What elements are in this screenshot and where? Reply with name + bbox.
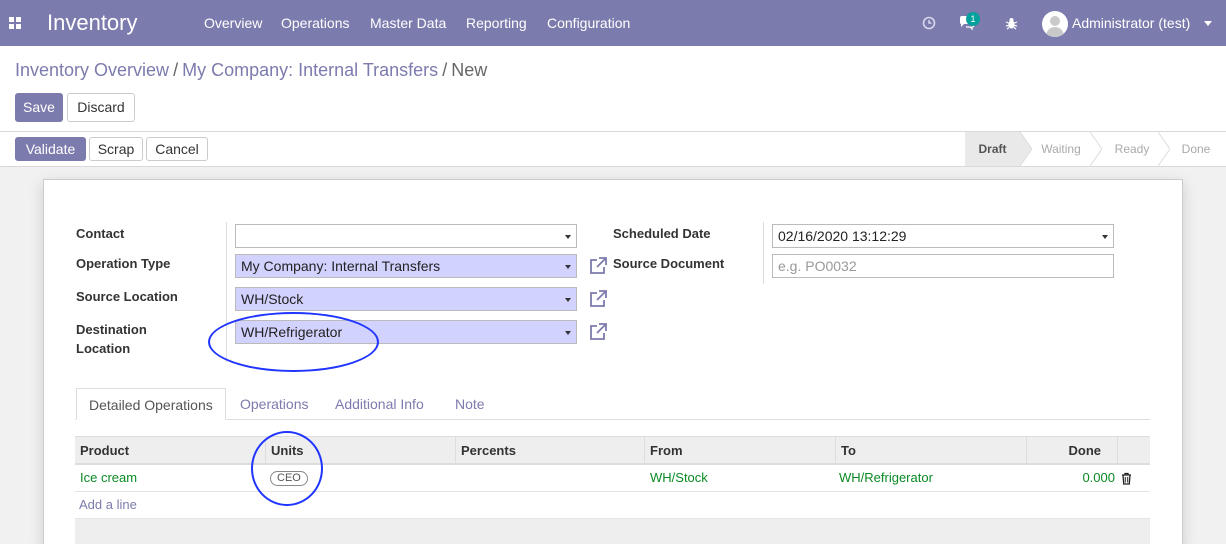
user-menu-name[interactable]: Administrator (test) xyxy=(1072,15,1190,31)
debug-bug-icon[interactable] xyxy=(1000,0,1022,46)
external-link-icon[interactable] xyxy=(588,289,608,309)
messaging-chat-icon[interactable]: 1 xyxy=(952,0,982,46)
breadcrumb-internal-transfers[interactable]: My Company: Internal Transfers xyxy=(182,60,438,80)
scrap-button[interactable]: Scrap xyxy=(89,137,143,161)
cancel-button[interactable]: Cancel xyxy=(146,137,208,161)
table-header: Product Units Percents From To Done xyxy=(75,436,1150,465)
dropdown-caret-icon xyxy=(565,331,571,335)
destination-location-label: Destination Location xyxy=(76,322,147,356)
activity-clock-icon[interactable] xyxy=(918,0,940,46)
source-location-label: Source Location xyxy=(76,289,178,304)
user-menu-caret-icon[interactable] xyxy=(1204,21,1212,26)
cell-to[interactable]: WH/Refrigerator xyxy=(839,465,933,491)
label-divider xyxy=(763,222,764,284)
column-done[interactable]: Done xyxy=(1027,437,1118,464)
dropdown-caret-icon xyxy=(1102,235,1108,239)
scheduled-date-field[interactable]: 02/16/2020 13:12:29 xyxy=(772,224,1114,248)
source-location-field[interactable]: WH/Stock xyxy=(235,287,577,311)
contact-label: Contact xyxy=(76,226,125,241)
status-ready[interactable]: Ready xyxy=(1104,132,1160,166)
dropdown-caret-icon xyxy=(565,265,571,269)
annotation-circle-units xyxy=(251,431,323,506)
form-statusbar: Validate Scrap Cancel Draft Waiting Read… xyxy=(0,132,1226,167)
messages-count-badge: 1 xyxy=(966,12,980,26)
tab-detailed-operations[interactable]: Detailed Operations xyxy=(76,388,226,420)
external-link-icon[interactable] xyxy=(588,322,608,342)
status-draft: Draft xyxy=(965,132,1020,166)
status-chevron-icon xyxy=(1158,132,1170,166)
menu-reporting[interactable]: Reporting xyxy=(466,15,527,31)
discard-button[interactable]: Discard xyxy=(67,93,135,122)
status-chevron-icon xyxy=(1020,132,1032,166)
save-button[interactable]: Save xyxy=(15,93,63,122)
table-footer xyxy=(75,519,1150,544)
source-document-field[interactable]: e.g. PO0032 xyxy=(772,254,1114,278)
breadcrumb: Inventory Overview / My Company: Internal … xyxy=(15,60,488,80)
source-document-label: Source Document xyxy=(613,256,725,271)
breadcrumb-current: New xyxy=(451,60,488,80)
dropdown-caret-icon xyxy=(565,235,571,239)
control-panel: Inventory Overview / My Company: Internal … xyxy=(0,46,1226,132)
cell-product[interactable]: Ice cream xyxy=(80,465,137,491)
apps-menu-icon[interactable] xyxy=(9,17,21,29)
breadcrumb-inventory-overview[interactable]: Inventory Overview xyxy=(15,60,169,80)
notebook-tabs: Detailed Operations Operations Additiona… xyxy=(75,388,1150,420)
menu-master-data[interactable]: Master Data xyxy=(370,15,446,31)
add-line-row: Add a line xyxy=(75,492,1150,519)
table-row[interactable]: Ice cream CEO WH/Stock WH/Refrigerator 0… xyxy=(75,465,1150,492)
column-actions xyxy=(1118,437,1150,464)
user-avatar[interactable] xyxy=(1042,11,1068,37)
dropdown-caret-icon xyxy=(565,298,571,302)
operation-type-label: Operation Type xyxy=(76,256,171,271)
column-to[interactable]: To xyxy=(836,437,1027,464)
contact-field[interactable] xyxy=(235,224,577,248)
column-product[interactable]: Product xyxy=(75,437,266,464)
add-line-link[interactable]: Add a line xyxy=(79,492,137,518)
app-brand[interactable]: Inventory xyxy=(47,10,138,36)
scheduled-date-label: Scheduled Date xyxy=(613,226,711,241)
tab-additional-info[interactable]: Additional Info xyxy=(323,388,436,420)
status-done[interactable]: Done xyxy=(1172,132,1220,166)
external-link-icon[interactable] xyxy=(588,256,608,276)
column-percents[interactable]: Percents xyxy=(456,437,645,464)
status-waiting[interactable]: Waiting xyxy=(1032,132,1090,166)
trash-icon[interactable] xyxy=(1121,472,1132,485)
annotation-circle-destination xyxy=(208,312,379,372)
validate-button[interactable]: Validate xyxy=(15,137,86,161)
menu-overview[interactable]: Overview xyxy=(204,15,262,31)
cell-from[interactable]: WH/Stock xyxy=(650,465,708,491)
status-chevron-icon xyxy=(1090,132,1102,166)
top-navbar: Inventory Overview Operations Master Dat… xyxy=(0,0,1226,46)
tab-note[interactable]: Note xyxy=(443,388,497,420)
column-from[interactable]: From xyxy=(645,437,836,464)
menu-operations[interactable]: Operations xyxy=(281,15,349,31)
menu-configuration[interactable]: Configuration xyxy=(547,15,630,31)
tab-operations[interactable]: Operations xyxy=(228,388,320,420)
operation-type-field[interactable]: My Company: Internal Transfers xyxy=(235,254,577,278)
cell-done[interactable]: 0.000 xyxy=(1027,465,1115,491)
